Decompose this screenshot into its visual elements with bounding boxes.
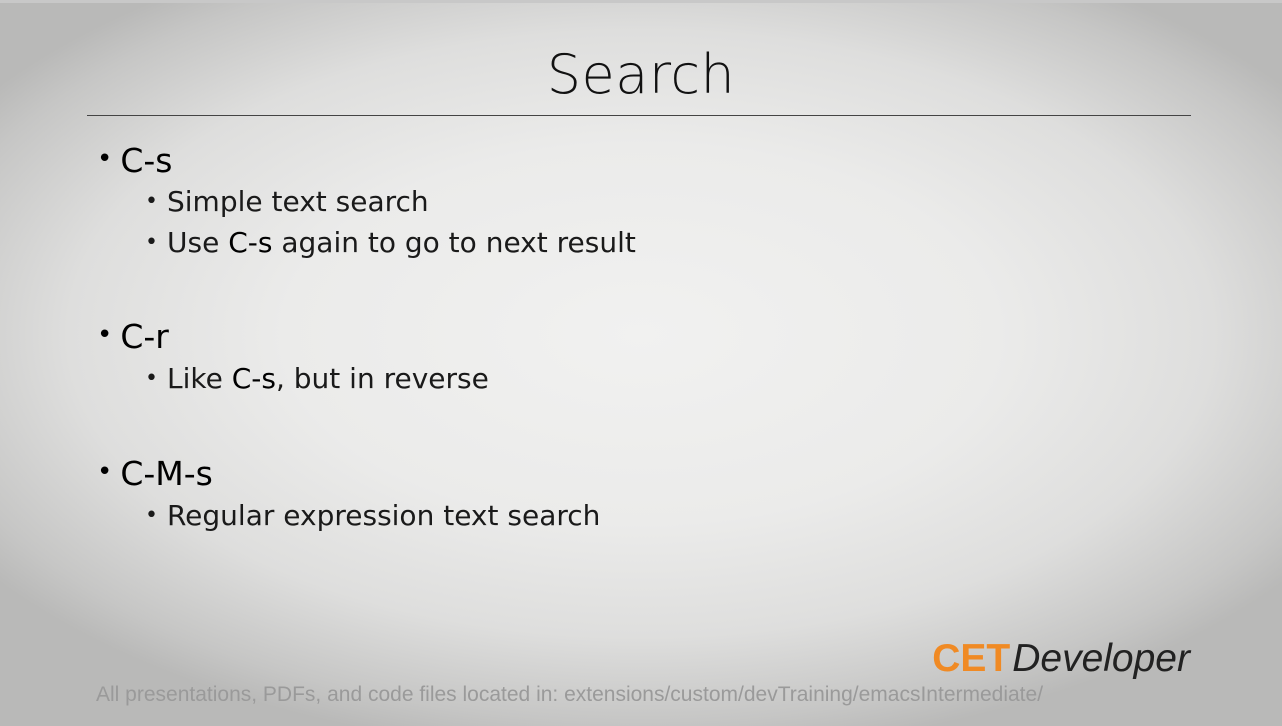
bullet-dot: •: [145, 366, 158, 391]
bullet-dot: •: [97, 457, 113, 487]
logo-developer-text: Developer: [1012, 637, 1190, 680]
bullet-label: C-r: [120, 317, 169, 356]
footer-note: All presentations, PDFs, and code files …: [96, 683, 1044, 706]
sub-bullet-item: • Like C-s, but in reverse: [145, 359, 489, 399]
bullet-label: C-s: [120, 141, 173, 180]
bullet-dot: •: [97, 320, 113, 350]
bullet-dot: •: [145, 230, 158, 255]
bullet-dot: •: [97, 144, 113, 174]
sub-bullet-item: • Use C-s again to go to next result: [145, 223, 636, 263]
key-combo: C-s: [228, 226, 273, 259]
bullet-dot: •: [145, 189, 158, 214]
bullet-dot: •: [145, 503, 158, 528]
slide-top-border: [0, 0, 1282, 3]
key-combo: C-s: [231, 362, 276, 395]
slide: Search • C-s • Simple text search • Use C-s…: [0, 0, 1282, 726]
sub-bullet-text: Regular expression text search: [166, 499, 601, 532]
logo-cet-text: CET: [932, 637, 1011, 680]
sub-bullet-item: • Simple text search: [145, 182, 429, 222]
sub-bullet-text: Simple text search: [166, 185, 429, 218]
bullet-item-c-r: • C-r: [97, 313, 169, 359]
sub-bullet-text-before: Use: [166, 226, 229, 259]
cet-developer-logo: CETDeveloper: [932, 636, 1190, 682]
sub-bullet-text-after: again to go to next result: [272, 226, 636, 259]
sub-bullet-text-before: Like: [166, 362, 232, 395]
title-divider: [87, 115, 1191, 116]
bullet-label: C-M-s: [120, 454, 213, 493]
slide-title: Search: [546, 43, 736, 106]
sub-bullet-item: • Regular expression text search: [145, 496, 600, 536]
sub-bullet-text-after: , but in reverse: [275, 362, 489, 395]
bullet-item-c-s: • C-s: [97, 137, 173, 183]
bullet-item-c-m-s: • C-M-s: [97, 450, 213, 496]
